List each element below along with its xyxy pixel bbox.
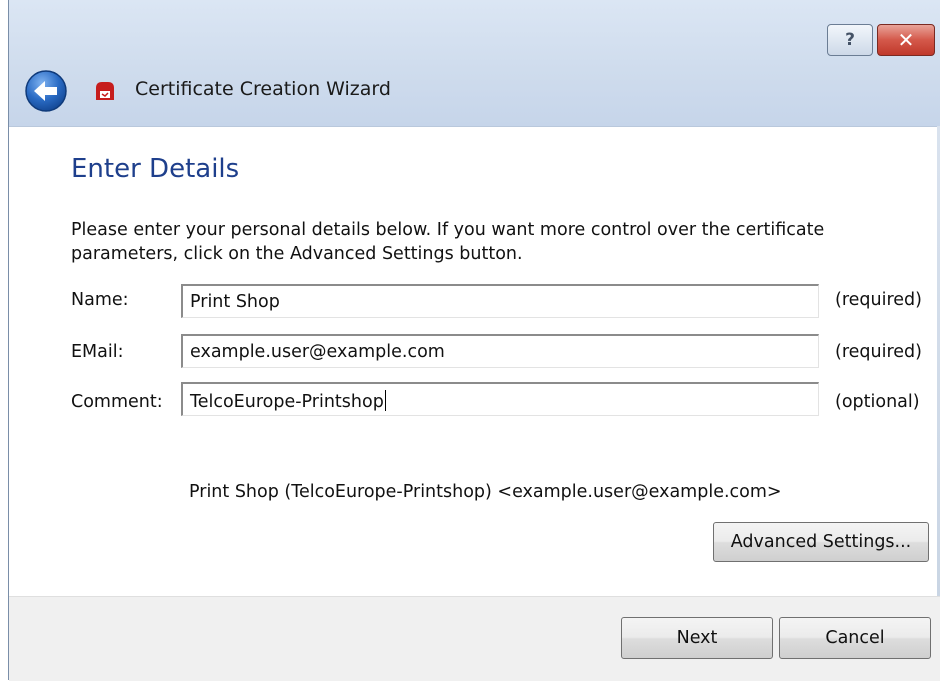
help-icon: ? — [845, 30, 855, 50]
close-icon: ✕ — [897, 28, 915, 52]
window-title: Certificate Creation Wizard — [135, 78, 391, 100]
help-button[interactable]: ? — [827, 24, 873, 56]
text-caret — [384, 390, 386, 411]
identity-preview: Print Shop (TelcoEurope-Printshop) <exam… — [189, 482, 782, 502]
certificate-app-icon — [96, 82, 114, 100]
email-field-value: example.user@example.com — [190, 342, 445, 362]
comment-field[interactable]: TelcoEurope-Printshop — [181, 382, 819, 416]
comment-label: Comment: — [71, 392, 163, 412]
title-bar: ? ✕ Certificate Creation Wizard — [9, 0, 940, 127]
close-button[interactable]: ✕ — [877, 24, 935, 56]
email-label: EMail: — [71, 342, 124, 362]
page-heading: Enter Details — [71, 154, 240, 184]
wizard-footer: Next Cancel — [9, 596, 940, 681]
wizard-window: ? ✕ Certificate Creation Wizard Enter De… — [8, 0, 940, 681]
email-field[interactable]: example.user@example.com — [181, 334, 819, 368]
name-label: Name: — [71, 290, 129, 310]
comment-field-value: TelcoEurope-Printshop — [190, 392, 384, 412]
intro-text: Please enter your personal details below… — [71, 220, 825, 264]
back-arrow-icon[interactable] — [25, 70, 67, 112]
name-required-note: (required) — [835, 290, 922, 310]
advanced-settings-button[interactable]: Advanced Settings... — [713, 522, 929, 562]
next-button[interactable]: Next — [621, 617, 773, 659]
cancel-button[interactable]: Cancel — [779, 617, 931, 659]
name-field[interactable]: Print Shop — [181, 284, 819, 318]
name-field-value: Print Shop — [190, 292, 280, 312]
comment-optional-note: (optional) — [835, 392, 920, 412]
email-required-note: (required) — [835, 342, 922, 362]
